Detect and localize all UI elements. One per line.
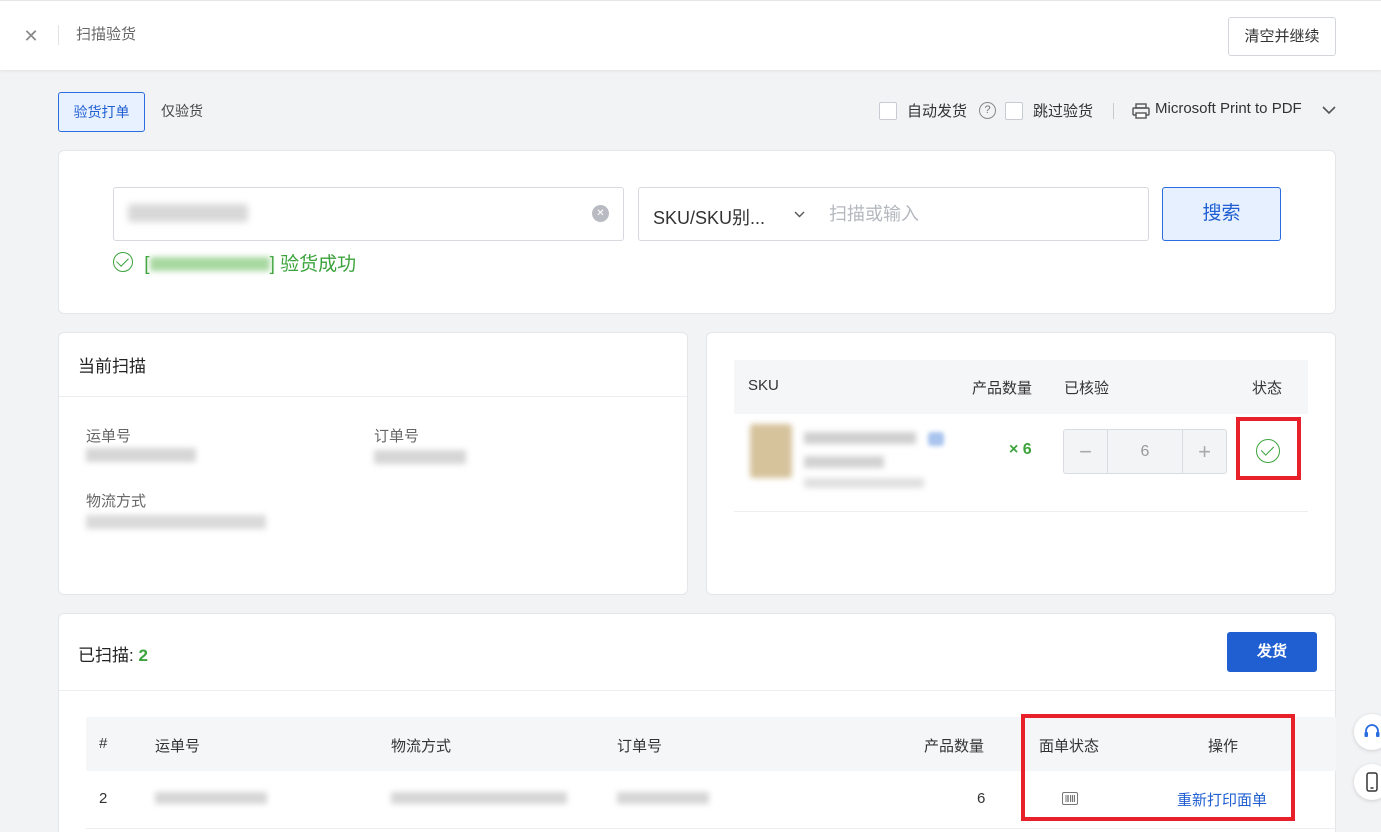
printer-label: Microsoft Print to PDF <box>1155 100 1302 117</box>
row-tracking-value <box>155 792 267 804</box>
success-message: [] 验货成功 <box>113 252 356 278</box>
chevron-down-icon <box>1322 106 1336 115</box>
current-scan-card <box>58 332 688 595</box>
row-qty: 6 <box>977 790 986 807</box>
row-logistics-value <box>391 792 567 804</box>
divider <box>1113 103 1114 119</box>
tracking-header: 运单号 <box>155 738 201 755</box>
product-thumbnail <box>750 424 792 478</box>
status-header: 状态 <box>1252 380 1283 397</box>
logistics-label: 物流方式 <box>86 493 147 510</box>
sku-type-select[interactable]: SKU/SKU别... <box>638 187 816 241</box>
top-bar: ✕ 扫描验货 清空并继续 <box>0 0 1381 70</box>
ship-button[interactable]: 发货 <box>1227 632 1317 672</box>
tracking-label: 运单号 <box>86 428 132 445</box>
blurred-order-id <box>149 257 270 271</box>
blurred-tag <box>928 432 944 446</box>
qty-header: 产品数量 <box>972 380 1033 397</box>
highlight-box <box>1236 417 1301 480</box>
sku-header: SKU <box>748 377 779 394</box>
highlight-box <box>1021 714 1295 821</box>
checked-header: 已核验 <box>1064 380 1110 397</box>
support-button[interactable] <box>1354 714 1381 750</box>
scanned-count-value: 2 <box>138 646 148 665</box>
logistics-header: 物流方式 <box>391 738 452 755</box>
product-quantity: × 6 <box>1009 441 1032 458</box>
clear-and-continue-button[interactable]: 清空并继续 <box>1228 17 1336 56</box>
blurred-sku-line <box>804 478 924 488</box>
check-circle-icon <box>113 252 133 272</box>
scanned-label: 已扫描: <box>78 646 134 665</box>
sku-type-value: SKU/SKU别... <box>653 208 766 228</box>
row-index: 2 <box>99 790 108 807</box>
checked-quantity-stepper[interactable]: − 6 + <box>1063 429 1227 474</box>
close-icon[interactable]: ✕ <box>22 25 40 47</box>
page-title: 扫描验货 <box>76 26 137 43</box>
checked-quantity-value[interactable]: 6 <box>1108 430 1182 473</box>
chevron-down-icon <box>794 211 805 218</box>
skip-check-label: 跳过验货 <box>1033 103 1094 120</box>
printer-icon <box>1132 103 1150 119</box>
auto-ship-label: 自动发货 <box>907 103 968 120</box>
order-label: 订单号 <box>374 428 420 445</box>
minus-icon[interactable]: − <box>1064 430 1108 473</box>
divider <box>59 396 687 397</box>
divider <box>59 690 1335 691</box>
sku-scan-input[interactable] <box>815 187 1149 241</box>
qty-header: 产品数量 <box>924 738 985 755</box>
divider <box>86 828 1336 829</box>
current-scan-title: 当前扫描 <box>78 357 146 376</box>
auto-ship-checkbox[interactable] <box>879 102 897 120</box>
success-text: ] 验货成功 <box>269 254 357 275</box>
plus-icon[interactable]: + <box>1182 430 1226 473</box>
order-header: 订单号 <box>617 738 663 755</box>
headset-icon <box>1364 724 1380 737</box>
blurred-sku-line <box>804 432 916 444</box>
row-order-value <box>617 792 709 804</box>
order-value <box>374 450 466 464</box>
scanned-count: 已扫描: 2 <box>78 641 148 666</box>
index-header: # <box>99 735 108 752</box>
logistics-value <box>86 515 266 529</box>
search-button[interactable]: 搜索 <box>1162 187 1281 241</box>
help-icon[interactable]: ? <box>979 102 996 119</box>
clear-input-icon[interactable]: ✕ <box>592 205 609 222</box>
skip-check-checkbox[interactable] <box>1005 102 1023 120</box>
mobile-button[interactable] <box>1354 764 1381 800</box>
printer-select[interactable]: Microsoft Print to PDF <box>1132 100 1338 122</box>
phone-icon <box>1366 772 1378 792</box>
divider <box>58 25 59 45</box>
tracking-scan-input[interactable] <box>113 187 624 241</box>
blurred-sku-line <box>804 456 884 468</box>
tab-check-and-print[interactable]: 验货打单 <box>58 92 145 132</box>
tracking-value <box>86 448 196 462</box>
tab-check-only[interactable]: 仅验货 <box>146 92 218 132</box>
divider <box>734 511 1308 512</box>
blurred-value <box>128 204 248 222</box>
